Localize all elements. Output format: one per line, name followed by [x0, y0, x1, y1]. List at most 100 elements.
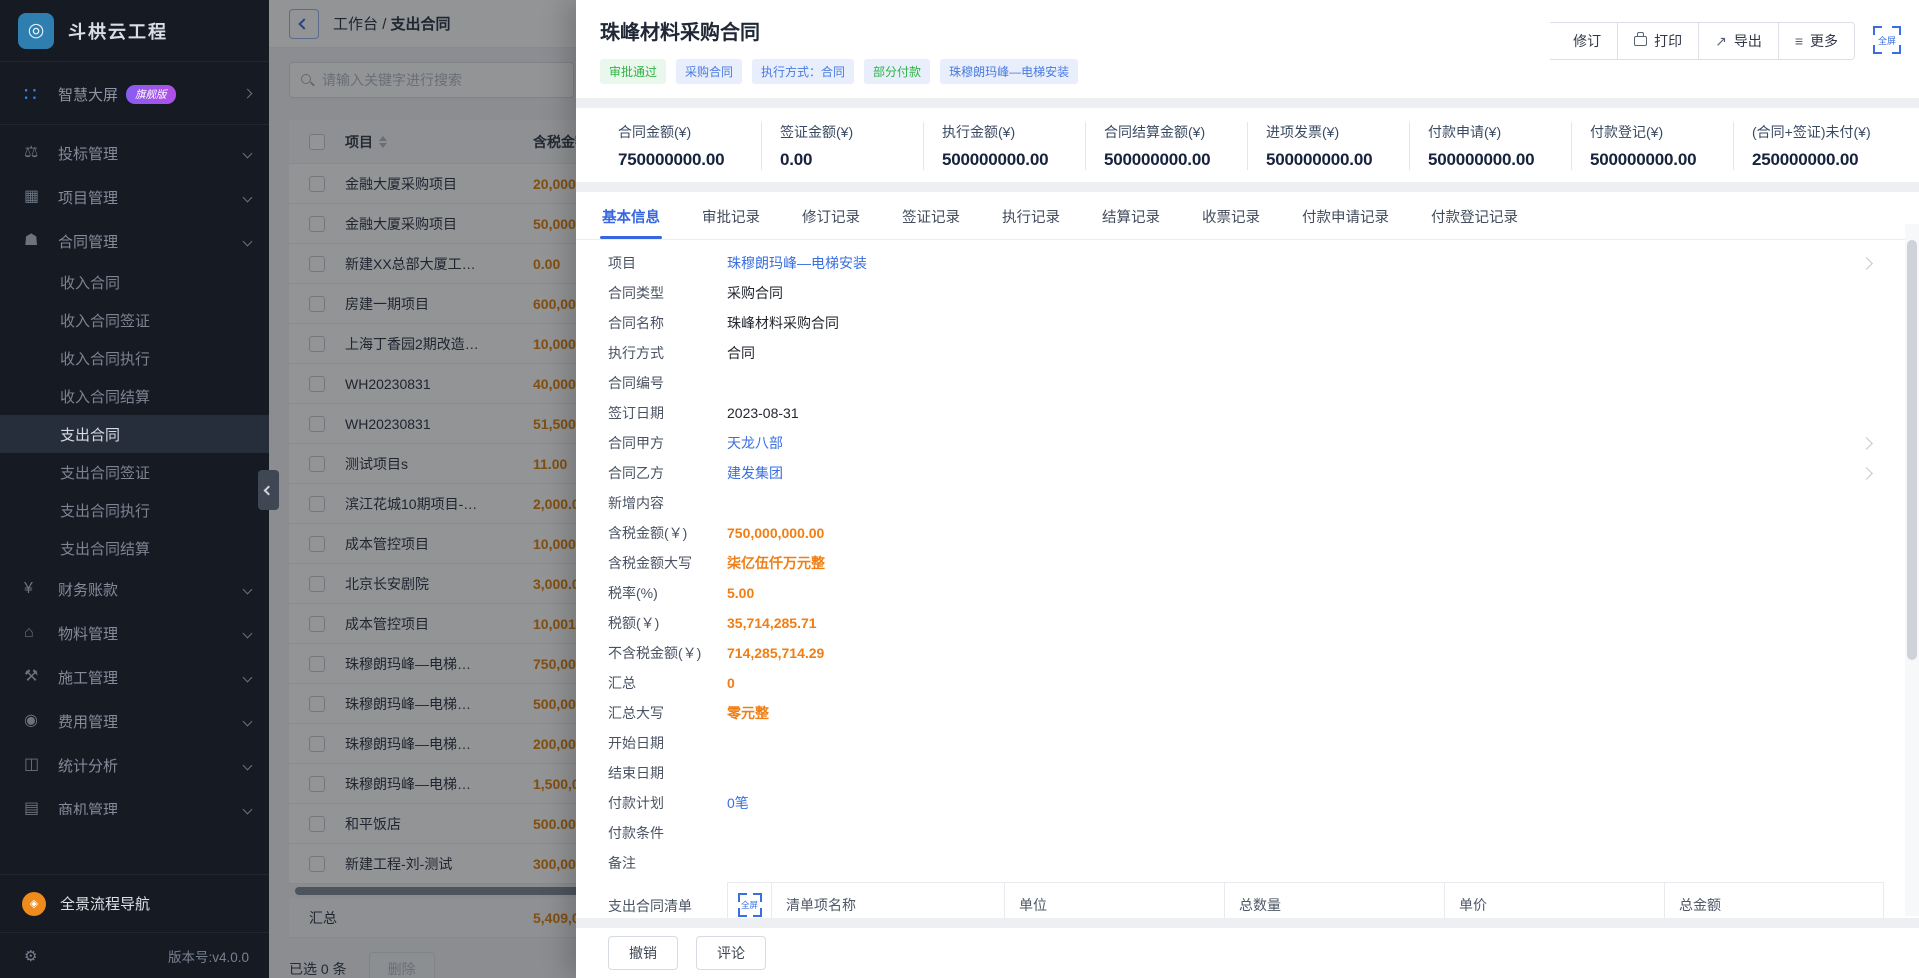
chevron-down-icon: [243, 628, 253, 638]
export-button[interactable]: ↗ 导出: [1699, 22, 1779, 60]
tab-basic-info[interactable]: 基本信息: [600, 192, 662, 239]
table-fullscreen-icon[interactable]: 全屏: [738, 893, 762, 917]
withdraw-button[interactable]: 撤销: [608, 936, 678, 970]
tag-execution-method: 执行方式：合同: [752, 59, 854, 84]
field-project: 项目 珠穆朗玛峰—电梯安装: [608, 248, 1919, 278]
sidebar-item-expense-contract-visa[interactable]: 支出合同签证: [0, 453, 269, 491]
field-contract-no: 合同编号: [608, 368, 1919, 398]
column-header: 总金额: [1665, 883, 1883, 918]
printer-icon: [1634, 36, 1647, 46]
vertical-scrollbar-thumb[interactable]: [1907, 240, 1917, 660]
tag-purchase-contract: 采购合同: [676, 59, 742, 84]
amount-stats-bar: 合同金额(¥) 750000000.00 签证金额(¥) 0.00 执行金额(¥…: [576, 108, 1919, 182]
sidebar-item-expense-management[interactable]: ◉ 费用管理: [0, 699, 269, 743]
divider-band: [576, 98, 1919, 108]
detail-tabs: 基本信息审批记录修订记录签证记录执行记录结算记录收票记录付款申请记录付款登记记录: [576, 192, 1919, 240]
stat-execution-amount: 执行金额(¥) 500000000.00: [923, 122, 1085, 170]
sidebar-item-bid-management[interactable]: ⚖ 投标管理: [0, 131, 269, 175]
stat-contract-amount: 合同金额(¥) 750000000.00: [600, 122, 761, 170]
tab-receipt-record[interactable]: 收票记录: [1200, 192, 1262, 239]
field-summary: 汇总 0: [608, 668, 1919, 698]
chevron-down-icon: [243, 804, 253, 814]
basic-info-panel: 项目 珠穆朗玛峰—电梯安装 合同类型 采购合同 合同名称 珠峰材料采购合同 执行…: [576, 240, 1919, 918]
sidebar-item-project-management[interactable]: ▦ 项目管理: [0, 175, 269, 219]
tag-partial-payment: 部分付款: [864, 59, 930, 84]
building-icon: ▦: [24, 189, 42, 205]
detail-list-table: 全屏 清单项名称 单位 总数量 单价 总金额: [727, 882, 1884, 918]
app-logo-icon: ◎: [18, 13, 54, 49]
fullscreen-icon[interactable]: 全屏: [1873, 26, 1901, 54]
tab-settlement-record[interactable]: 结算记录: [1100, 192, 1162, 239]
field-payment-terms: 付款条件: [608, 818, 1919, 848]
gavel-icon: ⚖: [24, 145, 42, 161]
briefcase-icon: ▤: [24, 801, 42, 815]
field-tax-included-amount: 含税金额(￥) 750,000,000.00: [608, 518, 1919, 548]
sidebar-item-finance-accounts[interactable]: ¥ 财务账款: [0, 567, 269, 611]
sidebar-item-income-contract-visa[interactable]: 收入合同签证: [0, 301, 269, 339]
tab-revision-record[interactable]: 修订记录: [800, 192, 862, 239]
tab-payment-request-record[interactable]: 付款申请记录: [1300, 192, 1391, 239]
column-header: 清单项名称: [772, 883, 1005, 918]
comment-button[interactable]: 评论: [696, 936, 766, 970]
shield-icon: ◉: [24, 713, 42, 729]
stat-unpaid: (合同+签证)未付(¥) 250000000.00: [1733, 122, 1895, 170]
contract-detail-drawer: 珠峰材料采购合同 审批通过采购合同执行方式：合同部分付款珠穆朗玛峰—电梯安装 修…: [576, 0, 1919, 978]
sidebar-item-business-management[interactable]: ▤ 商机管理: [0, 787, 269, 815]
sidebar-collapse-handle[interactable]: [258, 470, 279, 510]
tab-payment-register-record[interactable]: 付款登记记录: [1429, 192, 1520, 239]
sidebar-item-statistics-analysis[interactable]: ◫ 统计分析: [0, 743, 269, 787]
vertical-scrollbar: [1905, 224, 1919, 916]
column-header: 单位: [1005, 883, 1225, 918]
tab-approval-record[interactable]: 审批记录: [700, 192, 762, 239]
field-summary-caps: 汇总大写 零元整: [608, 698, 1919, 728]
drawer-header: 珠峰材料采购合同 审批通过采购合同执行方式：合同部分付款珠穆朗玛峰—电梯安装 修…: [576, 0, 1919, 98]
field-tax-included-amount-caps: 含税金额大写 柒亿伍仟万元整: [608, 548, 1919, 578]
chevron-right-icon: [243, 89, 253, 99]
field-tax-excluded-amount: 不含税金额(￥) 714,285,714.29: [608, 638, 1919, 668]
moneybag-icon: ¥: [24, 581, 42, 597]
sidebar-item-expense-contract-execution[interactable]: 支出合同执行: [0, 491, 269, 529]
compass-icon: ◈: [22, 892, 46, 916]
smart-screen-icon: ∷: [24, 82, 42, 107]
warehouse-icon: ⌂: [24, 625, 42, 641]
print-button[interactable]: 打印: [1618, 22, 1699, 60]
sidebar-item-construction-management[interactable]: ⚒ 施工管理: [0, 655, 269, 699]
divider-band: [576, 182, 1919, 192]
version-text: 版本号:v4.0.0: [168, 946, 249, 966]
chevron-down-icon: [243, 672, 253, 682]
drawer-actions: 修订 打印 ↗ 导出 ≡ 更多: [1550, 22, 1855, 60]
sidebar-item-contract-management[interactable]: ☗ 合同管理: [0, 219, 269, 263]
sidebar: ◎ 斗栱云工程 ∷ 智慧大屏 旗舰版 ⚖ 投标管理 ▦ 项目管理 ☗ 合同管理 …: [0, 0, 269, 978]
tab-execution-record[interactable]: 执行记录: [1000, 192, 1062, 239]
field-payment-plan: 付款计划 0笔: [608, 788, 1919, 818]
revise-button[interactable]: 修订: [1550, 22, 1618, 60]
sidebar-item-expense-contract[interactable]: 支出合同: [0, 415, 269, 453]
sidebar-item-income-contract[interactable]: 收入合同: [0, 263, 269, 301]
export-icon: ↗: [1715, 34, 1727, 48]
column-header: 总数量: [1225, 883, 1445, 918]
gear-icon[interactable]: ⚙: [24, 947, 37, 965]
field-party-a: 合同甲方 天龙八部: [608, 428, 1919, 458]
sidebar-item-smart-screen[interactable]: ∷ 智慧大屏 旗舰版: [0, 78, 269, 110]
field-tax-amount: 税额(￥) 35,714,285.71: [608, 608, 1919, 638]
more-icon: ≡: [1795, 34, 1803, 48]
flagship-badge: 旗舰版: [126, 85, 176, 104]
drawer-footer: 撤销评论: [576, 928, 1919, 978]
chevron-down-icon: [243, 584, 253, 594]
tab-visa-record[interactable]: 签证记录: [900, 192, 962, 239]
field-start-date: 开始日期: [608, 728, 1919, 758]
chart-icon: ◫: [24, 757, 42, 773]
stat-visa-amount: 签证金额(¥) 0.00: [761, 122, 923, 170]
sidebar-item-income-contract-execution[interactable]: 收入合同执行: [0, 339, 269, 377]
sidebar-item-income-contract-settlement[interactable]: 收入合同结算: [0, 377, 269, 415]
field-execution-method: 执行方式 合同: [608, 338, 1919, 368]
tools-icon: ⚒: [24, 669, 42, 685]
chevron-down-icon: [243, 236, 253, 246]
app-logo-row[interactable]: ◎ 斗栱云工程: [0, 0, 269, 62]
stat-settlement-amount: 合同结算金额(¥) 500000000.00: [1085, 122, 1247, 170]
sidebar-item-material-management[interactable]: ⌂ 物料管理: [0, 611, 269, 655]
more-button[interactable]: ≡ 更多: [1779, 22, 1855, 60]
sidebar-item-expense-contract-settlement[interactable]: 支出合同结算: [0, 529, 269, 567]
field-contract-type: 合同类型 采购合同: [608, 278, 1919, 308]
panorama-nav-item[interactable]: ◈ 全景流程导航: [0, 874, 269, 932]
